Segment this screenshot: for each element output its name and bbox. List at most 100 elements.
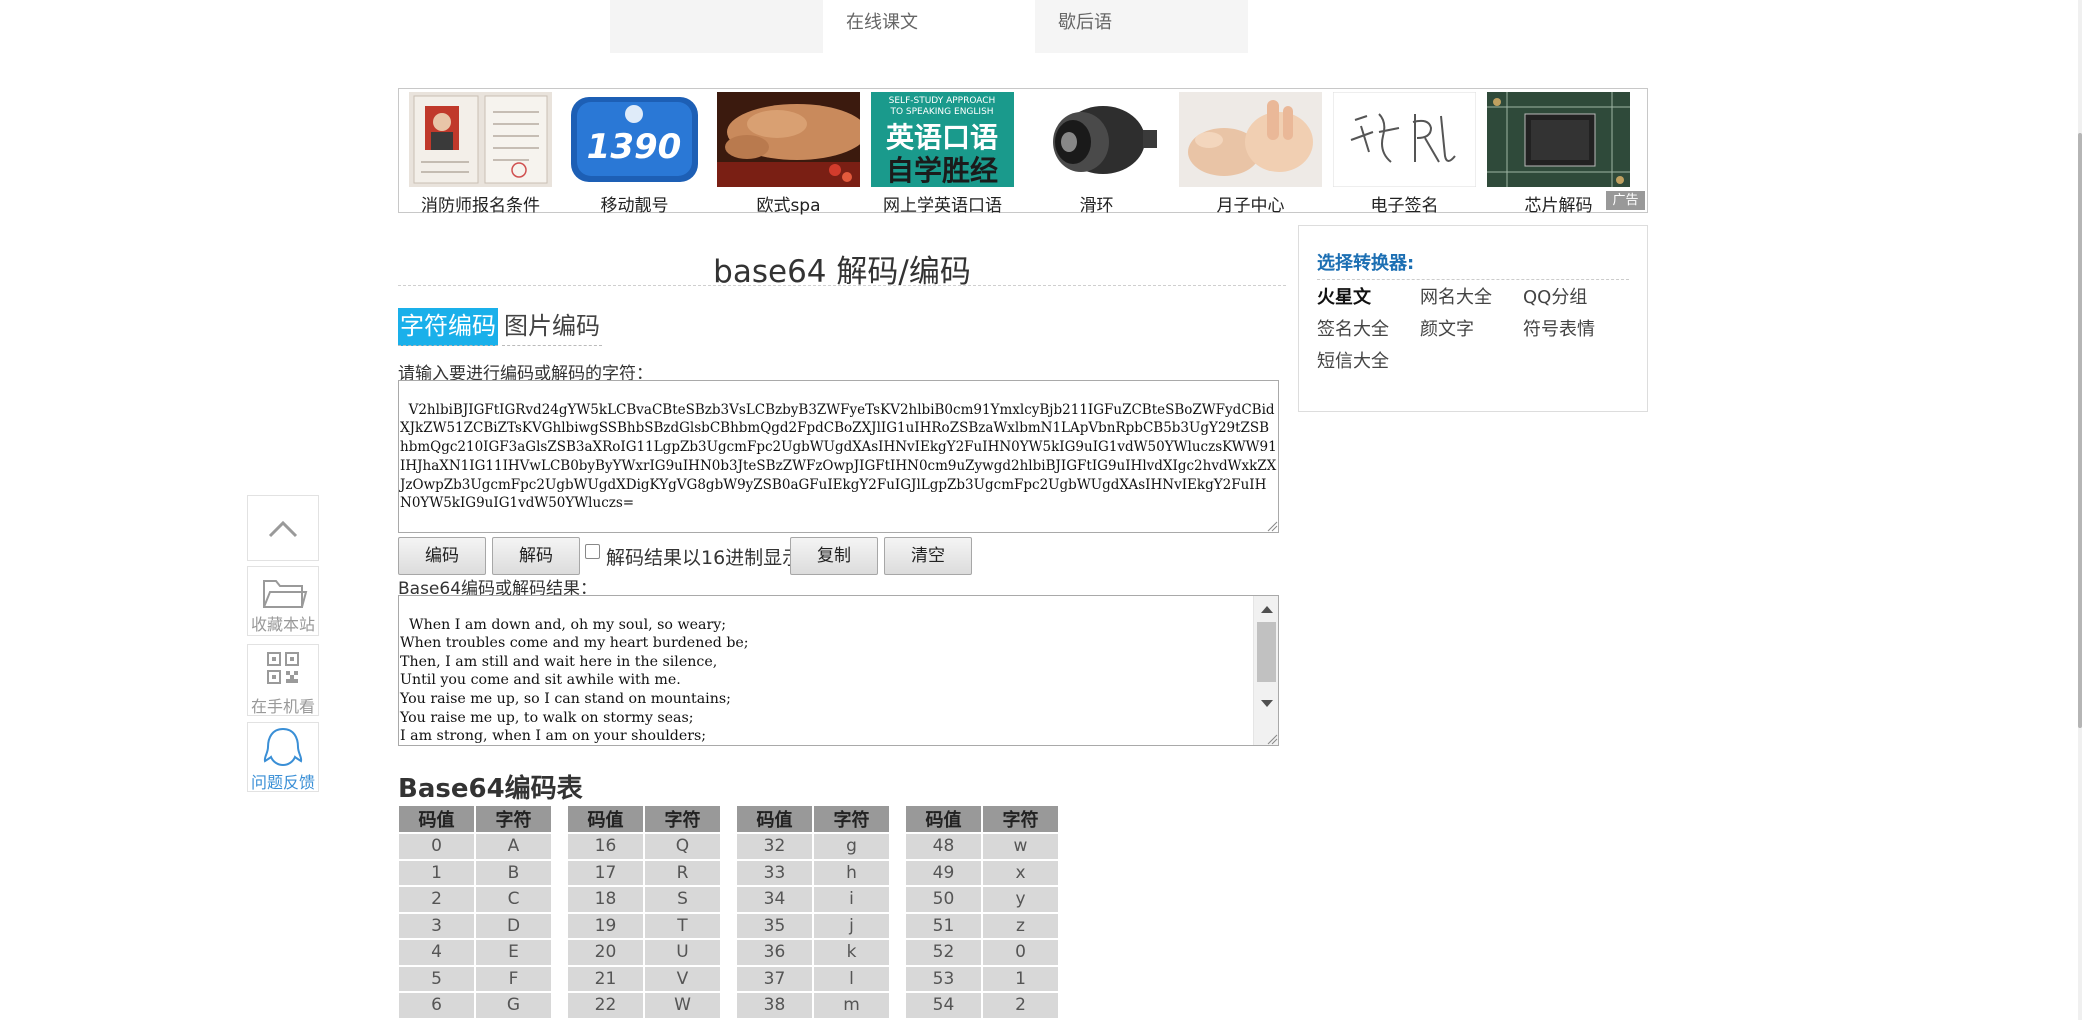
favorite-site-button[interactable]: 收藏本站 bbox=[247, 566, 319, 636]
decode-button[interactable]: 解码 bbox=[492, 537, 580, 575]
ad-item-spa[interactable]: 欧式spa bbox=[717, 92, 860, 216]
table-cell-value: 20 bbox=[568, 940, 643, 965]
mobile-number-badge-icon: 1390 bbox=[563, 92, 706, 187]
table-row: 52 0 bbox=[906, 940, 1058, 965]
column-header-value: 码值 bbox=[737, 806, 812, 832]
table-row: 16 Q bbox=[568, 834, 720, 859]
table-cell-char: A bbox=[476, 834, 551, 859]
table-row: 2C bbox=[399, 887, 551, 912]
nav-item-online-texts[interactable]: 在线课文 bbox=[823, 0, 1036, 53]
mobile-label: 在手机看 bbox=[250, 697, 315, 716]
page-scrollbar[interactable] bbox=[2078, 0, 2082, 1020]
table-cell-char: j bbox=[814, 913, 889, 938]
resize-handle-icon[interactable] bbox=[1266, 520, 1278, 532]
scroll-up-arrow-icon[interactable] bbox=[1261, 606, 1273, 613]
cover-text-line2: TO SPEAKING ENGLISH bbox=[889, 107, 993, 117]
ad-item-slip-ring[interactable]: 滑环 bbox=[1025, 92, 1168, 216]
table-cell-char: i bbox=[814, 887, 889, 912]
badge-number: 1390 bbox=[587, 127, 682, 167]
scroll-thumb[interactable] bbox=[1257, 622, 1276, 682]
back-to-top-button[interactable] bbox=[247, 495, 319, 561]
table-row: 53 1 bbox=[906, 966, 1058, 991]
input-textarea[interactable]: V2hlbiBJIGFtIGRvd24gYW5kLCBvaCBteSBzb3Vs… bbox=[398, 380, 1279, 533]
table-cell-char: g bbox=[814, 834, 889, 859]
folder-icon bbox=[263, 580, 308, 608]
page-scroll-thumb[interactable] bbox=[2078, 133, 2082, 728]
converter-link-signatures[interactable]: 签名大全 bbox=[1317, 315, 1389, 341]
view-on-mobile-button[interactable]: 在手机看 bbox=[247, 644, 319, 716]
table-cell-value: 48 bbox=[906, 834, 981, 859]
converter-link-sms[interactable]: 短信大全 bbox=[1317, 347, 1389, 373]
table-cell-char: 0 bbox=[983, 940, 1058, 965]
table-row: 54 2 bbox=[906, 993, 1058, 1018]
table-cell-value: 19 bbox=[568, 913, 643, 938]
nav-item-xiehouyu[interactable]: 歇后语 bbox=[1035, 0, 1248, 53]
nav-item-label: 歇后语 bbox=[1058, 12, 1112, 33]
scroll-down-arrow-icon[interactable] bbox=[1261, 700, 1273, 707]
page-title: base64 解码/编码 bbox=[398, 246, 1286, 290]
slip-ring-photo-icon bbox=[1025, 92, 1168, 187]
cover-title-1: 英语口语 bbox=[886, 121, 998, 154]
table-cell-value: 38 bbox=[737, 993, 812, 1018]
tab-text-encode[interactable]: 字符编码 bbox=[398, 308, 498, 346]
table-cell-char: l bbox=[814, 966, 889, 991]
table-cell-value: 35 bbox=[737, 913, 812, 938]
cover-text-line1: SELF-STUDY APPROACH bbox=[889, 96, 996, 106]
encode-button[interactable]: 编码 bbox=[398, 537, 486, 575]
table-row: 18 S bbox=[568, 887, 720, 912]
converter-link-martian[interactable]: 火星文 bbox=[1317, 283, 1371, 309]
table-cell-value: 52 bbox=[906, 940, 981, 965]
table-cell-char: k bbox=[814, 940, 889, 965]
table-cell-value: 2 bbox=[399, 887, 474, 912]
feedback-button[interactable]: 问题反馈 bbox=[247, 722, 319, 792]
nav-item-label: 在线课文 bbox=[846, 12, 918, 33]
column-header-char: 字符 bbox=[983, 806, 1058, 832]
ad-label: 滑环 bbox=[1079, 196, 1114, 216]
tab-image-encode[interactable]: 图片编码 bbox=[502, 308, 602, 346]
clear-button[interactable]: 清空 bbox=[884, 537, 972, 575]
converter-link-nicknames[interactable]: 网名大全 bbox=[1420, 283, 1492, 309]
table-row: 38 m bbox=[737, 993, 889, 1018]
table-cell-value: 0 bbox=[399, 834, 474, 859]
table-cell-char: R bbox=[645, 860, 720, 885]
ad-item-fire-exam[interactable]: 消防师报名条件 bbox=[409, 92, 552, 216]
converter-link-kaomoji[interactable]: 颜文字 bbox=[1420, 315, 1474, 341]
output-scrollbar[interactable] bbox=[1253, 596, 1278, 745]
table-row: 22 W bbox=[568, 993, 720, 1018]
feedback-label: 问题反馈 bbox=[250, 773, 315, 792]
table-cell-char: S bbox=[645, 887, 720, 912]
table-header-row: 码值 字符 bbox=[906, 806, 1058, 832]
output-textarea[interactable]: When I am down and, oh my soul, so weary… bbox=[398, 595, 1279, 746]
ad-item-maternity[interactable]: 月子中心 bbox=[1179, 92, 1322, 216]
table-cell-char: x bbox=[983, 860, 1058, 885]
base64-table-title: Base64编码表 bbox=[398, 774, 583, 804]
table-cell-value: 49 bbox=[906, 860, 981, 885]
table-cell-char: T bbox=[645, 913, 720, 938]
circuit-chip-photo-icon bbox=[1487, 92, 1630, 187]
qr-code-icon bbox=[267, 652, 299, 684]
resize-handle-icon[interactable] bbox=[1266, 733, 1278, 745]
nav-blank-tab bbox=[610, 0, 823, 53]
hex-display-label: 解码结果以16进制显示 bbox=[606, 547, 802, 569]
table-row: 19 T bbox=[568, 913, 720, 938]
table-cell-char: E bbox=[476, 940, 551, 965]
ad-item-english[interactable]: SELF-STUDY APPROACH TO SPEAKING ENGLISH … bbox=[871, 92, 1014, 216]
table-cell-char: 2 bbox=[983, 993, 1058, 1018]
table-row: 6G bbox=[399, 993, 551, 1018]
table-row: 20 U bbox=[568, 940, 720, 965]
copy-button[interactable]: 复制 bbox=[790, 537, 878, 575]
ad-item-mobile-number[interactable]: 1390 移动靓号 bbox=[563, 92, 706, 216]
converter-link-symbols[interactable]: 符号表情 bbox=[1523, 315, 1595, 341]
ad-item-e-signature[interactable]: 电子签名 bbox=[1333, 92, 1476, 216]
converter-title: 选择转换器: bbox=[1317, 249, 1629, 280]
table-cell-value: 50 bbox=[906, 887, 981, 912]
table-cell-value: 5 bbox=[399, 966, 474, 991]
table-cell-value: 6 bbox=[399, 993, 474, 1018]
table-cell-value: 4 bbox=[399, 940, 474, 965]
converter-link-qq-groups[interactable]: QQ分组 bbox=[1523, 283, 1587, 309]
base64-table-group: 码值 字符 0 A 1 B 2 C 3 D 4 E 5 F 6 G bbox=[397, 804, 553, 1020]
hex-display-checkbox[interactable] bbox=[585, 544, 600, 559]
table-row: 35 j bbox=[737, 913, 889, 938]
id-document-photo-icon bbox=[409, 92, 552, 187]
table-cell-char: U bbox=[645, 940, 720, 965]
